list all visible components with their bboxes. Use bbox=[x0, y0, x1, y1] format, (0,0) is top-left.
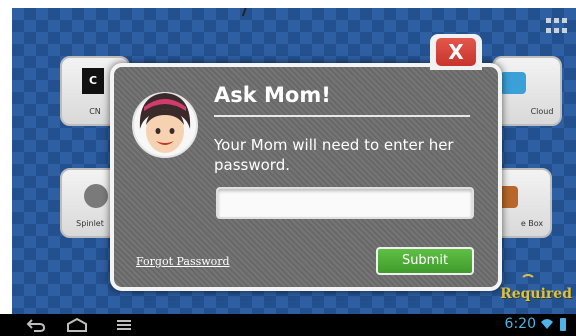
back-icon[interactable] bbox=[26, 318, 46, 332]
password-field[interactable] bbox=[216, 187, 474, 219]
required-badge: Required bbox=[500, 274, 572, 302]
recent-apps-icon[interactable] bbox=[116, 318, 132, 332]
top-mark bbox=[241, 8, 259, 16]
wifi-arc-icon bbox=[520, 274, 537, 290]
close-button[interactable]: X bbox=[430, 34, 482, 70]
app-tile-cloud[interactable]: Cloud bbox=[492, 56, 562, 126]
cloud-app-icon bbox=[500, 72, 526, 94]
forgot-password-link[interactable]: Forgot Password bbox=[136, 255, 230, 268]
battery-icon bbox=[560, 318, 566, 331]
close-icon: X bbox=[436, 38, 476, 66]
submit-button[interactable]: Submit bbox=[376, 247, 474, 275]
spinlet-icon bbox=[84, 184, 108, 208]
wifi-icon bbox=[541, 319, 553, 329]
tablet-screen: C CN Cloud Spinlet e Box Required Ask Mo… bbox=[12, 8, 576, 314]
mom-avatar-icon bbox=[132, 92, 198, 158]
home-icon[interactable] bbox=[66, 318, 88, 332]
dialog-message: Your Mom will need to enter her password… bbox=[214, 136, 454, 174]
cartoon-network-icon: C bbox=[82, 68, 104, 94]
status-time: 6:20 bbox=[504, 316, 536, 332]
dialog-title: Ask Mom! bbox=[214, 83, 470, 117]
app-label: Cloud bbox=[530, 107, 554, 116]
all-apps-grid-icon[interactable] bbox=[546, 18, 568, 34]
app-label: e Box bbox=[520, 219, 544, 228]
ask-mom-dialog: Ask Mom! Your Mom will need to enter her… bbox=[110, 63, 502, 291]
system-nav-bar: 6:20 bbox=[0, 314, 576, 336]
required-label: Required bbox=[500, 286, 572, 302]
